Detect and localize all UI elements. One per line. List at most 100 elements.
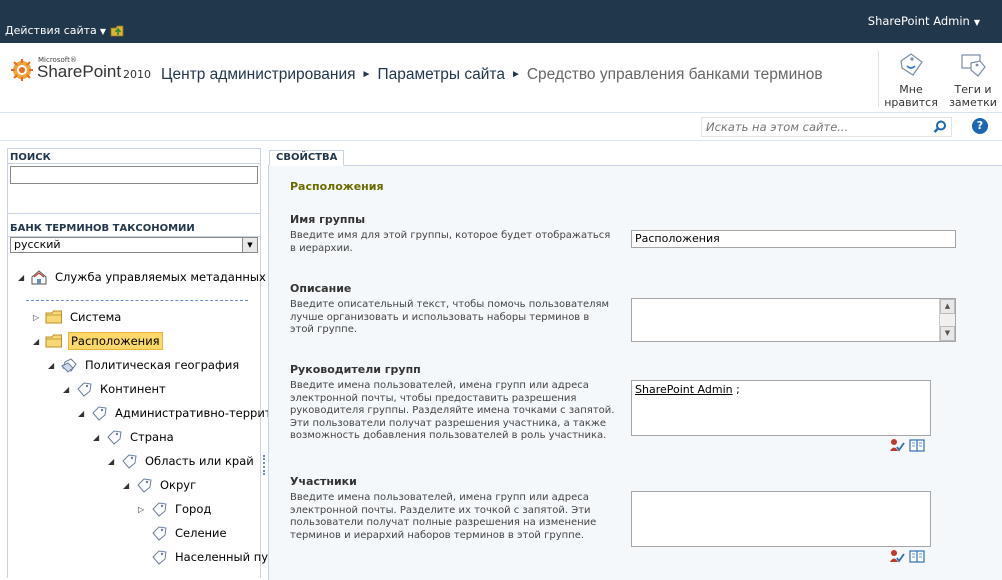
folder-icon — [45, 334, 62, 348]
group-managers-people-picker[interactable]: SharePoint Admin ; — [631, 380, 931, 436]
language-select[interactable]: русский ▼ — [10, 237, 258, 253]
tree-node-label: Населенный пу — [175, 550, 269, 564]
tag-icon — [152, 526, 167, 541]
group-managers-title: Руководители групп — [290, 363, 421, 376]
tree-node-district[interactable]: ◢ Округ — [123, 475, 198, 495]
language-select-value: русский — [14, 238, 61, 251]
tree-node-system[interactable]: ▷ Система — [33, 307, 123, 327]
expand-collapse-icon[interactable]: ◢ — [33, 337, 45, 346]
site-search-input[interactable] — [702, 118, 927, 136]
logo-year-label: 2010 — [123, 68, 151, 81]
check-names-icon[interactable] — [889, 438, 905, 452]
tree-node-label: Округ — [160, 478, 197, 492]
expand-collapse-icon[interactable]: ◢ — [63, 385, 75, 394]
site-search-box — [701, 117, 952, 137]
description-scrollbar[interactable]: ▲ ▼ — [939, 299, 955, 341]
page-title: Средство управления банками терминов — [526, 66, 823, 83]
scroll-down-icon[interactable]: ▼ — [940, 326, 955, 341]
title-row: Microsoft® SharePoint 2010 Центр админис… — [0, 43, 1002, 113]
browse-address-book-icon[interactable] — [909, 438, 925, 452]
group-name-title: Имя группы — [290, 213, 366, 226]
tag-icon — [77, 382, 92, 397]
pane-resize-handle[interactable] — [263, 455, 265, 475]
navigate-up-icon[interactable] — [110, 24, 126, 38]
tag-icon — [122, 454, 137, 469]
chevron-down-icon: ▼ — [99, 27, 106, 36]
contributors-people-picker[interactable] — [631, 491, 931, 547]
expand-collapse-icon[interactable]: ◢ — [108, 457, 120, 466]
like-label-line2: нравится — [884, 96, 938, 109]
group-manager-entry[interactable]: SharePoint Admin — [635, 383, 733, 396]
tree-node-label: Административно-террит — [115, 406, 272, 420]
search-pane-header: ПОИСК — [8, 149, 260, 164]
tree-node-label: Система — [70, 310, 122, 324]
check-names-icon[interactable] — [889, 549, 905, 563]
help-icon[interactable]: ? — [972, 118, 988, 134]
tags-and-notes-button[interactable]: Теги и заметки — [943, 47, 1002, 109]
chevron-down-icon: ▼ — [973, 18, 980, 27]
breadcrumb-separator-icon: ► — [510, 69, 521, 80]
properties-form: Расположения Имя группы Введите имя для … — [268, 166, 1002, 580]
user-name: SharePoint Admin — [867, 14, 970, 28]
tab-properties[interactable]: СВОЙСТВА — [269, 150, 345, 166]
tree-node-village[interactable]: Селение — [138, 523, 229, 543]
tree-node-administrative-territory[interactable]: ◢ Административно-террит — [78, 403, 274, 423]
tag-icon — [92, 406, 107, 421]
breadcrumb-central-admin[interactable]: Центр администрирования — [161, 66, 356, 83]
group-name-description: Введите имя для этой группы, которое буд… — [290, 230, 611, 254]
top-bar: Действия сайта ▼ SharePoint Admin ▼ — [0, 0, 1002, 43]
group-managers-picker-actions — [889, 438, 925, 452]
browse-address-book-icon[interactable] — [909, 549, 925, 563]
tree-node-political-geography[interactable]: ◢ Политическая география — [48, 355, 241, 375]
tab-strip — [268, 150, 1002, 166]
tags-label-line1: Теги и — [954, 83, 992, 96]
tree-node-label: Расположения — [68, 332, 163, 350]
expand-collapse-icon[interactable]: ◢ — [123, 481, 135, 490]
scroll-up-icon[interactable]: ▲ — [940, 299, 955, 314]
tree-divider — [26, 300, 248, 301]
i-like-it-button[interactable]: Мне нравится — [881, 47, 941, 109]
like-label-line1: Мне — [899, 83, 923, 96]
term-store-navigation-pane: ПОИСК БАНК ТЕРМИНОВ ТАКСОНОМИИ русский ▼… — [7, 148, 272, 578]
ribbon-divider — [878, 51, 879, 107]
contributors-title: Участники — [290, 475, 357, 488]
breadcrumb-separator-icon: ► — [361, 69, 372, 80]
description-textarea[interactable] — [631, 298, 956, 342]
search-icon[interactable] — [933, 120, 947, 134]
breadcrumb: Центр администрирования ► Параметры сайта ►… — [161, 66, 823, 84]
description-help-text: Введите описательный текст, чтобы помочь… — [290, 299, 610, 335]
search-row — [0, 113, 1002, 141]
folder-icon — [45, 310, 62, 324]
tree-node-label: Страна — [130, 430, 174, 444]
tree-node-locations-selected[interactable]: ◢ Расположения — [33, 331, 163, 351]
tag-icon — [107, 430, 122, 445]
expand-collapse-icon[interactable]: ◢ — [93, 433, 105, 442]
breadcrumb-site-settings[interactable]: Параметры сайта — [377, 66, 505, 83]
user-menu[interactable]: SharePoint Admin ▼ — [868, 14, 980, 28]
expand-icon[interactable]: ▷ — [138, 505, 150, 514]
expand-collapse-icon[interactable]: ◢ — [48, 361, 60, 370]
site-actions-menu[interactable]: Действия сайта ▼ — [5, 24, 106, 37]
expand-collapse-icon[interactable]: ◢ — [18, 273, 30, 282]
group-name-input[interactable]: Расположения — [631, 230, 956, 248]
tree-node-label: Область или край — [145, 454, 254, 468]
term-search-input[interactable] — [10, 166, 258, 184]
tree-node-continent[interactable]: ◢ Континент — [63, 379, 168, 399]
tree-node-metadata-service[interactable]: ◢ Служба управляемых метаданных — [18, 267, 268, 287]
site-actions-label: Действия сайта — [5, 24, 97, 37]
tags-label-line2: заметки — [949, 96, 997, 109]
chevron-down-icon: ▼ — [242, 238, 257, 252]
tree-node-country[interactable]: ◢ Страна — [93, 427, 176, 447]
tree-node-city[interactable]: ▷ Город — [138, 499, 213, 519]
group-manager-separator: ; — [732, 383, 740, 396]
logo-product-label: SharePoint — [37, 62, 122, 81]
tree-node-label: Политическая география — [85, 358, 240, 372]
taxonomy-pane-header: БАНК ТЕРМИНОВ ТАКСОНОМИИ — [8, 221, 260, 237]
expand-icon[interactable]: ▷ — [33, 313, 45, 322]
tree-node-settlement[interactable]: Населенный пу — [138, 547, 270, 567]
sharepoint-logo-icon — [11, 59, 33, 81]
tree-node-region[interactable]: ◢ Область или край — [108, 451, 256, 471]
expand-collapse-icon[interactable]: ◢ — [78, 409, 90, 418]
tag-icon — [152, 550, 167, 565]
contributors-picker-actions — [889, 549, 925, 563]
